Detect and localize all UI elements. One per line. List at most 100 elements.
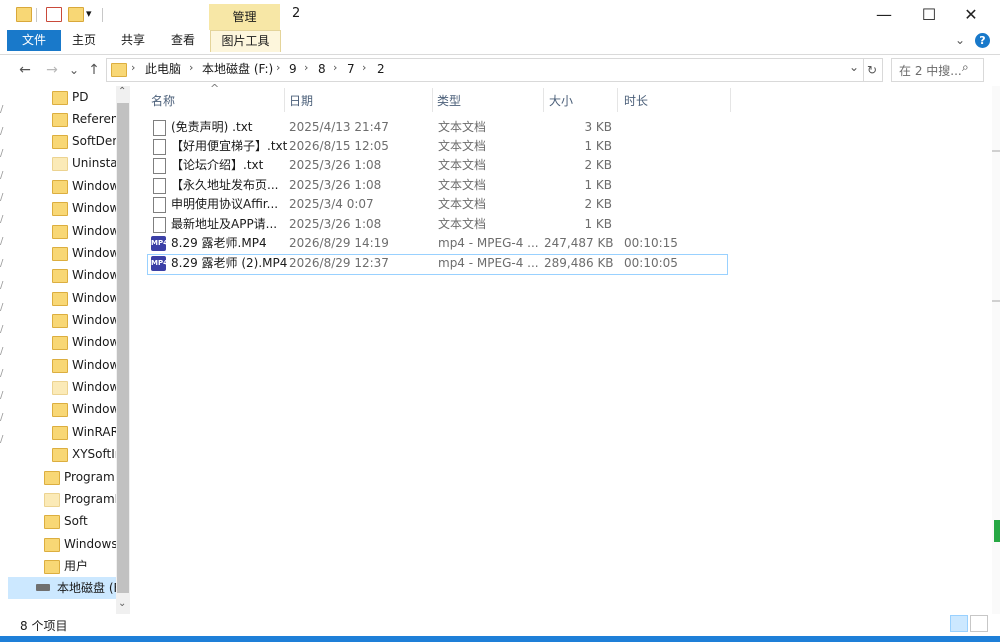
new-folder-icon[interactable] <box>68 7 84 22</box>
nav-item[interactable]: Window <box>52 376 116 398</box>
column-divider[interactable] <box>543 88 544 112</box>
text-file-icon <box>153 197 166 213</box>
column-divider[interactable] <box>284 88 285 112</box>
nav-item[interactable]: Window <box>52 331 116 353</box>
folder-icon <box>44 538 60 552</box>
tab-view[interactable]: 查看 <box>164 30 202 51</box>
breadcrumb-folder-8[interactable]: 8 <box>318 61 326 77</box>
nav-item-label: XYSoftIr <box>72 447 116 461</box>
nav-item-label: Program <box>64 470 115 484</box>
nav-item[interactable]: Window <box>52 175 116 197</box>
nav-item-label: Window <box>72 201 116 215</box>
file-date: 2025/3/26 1:08 <box>289 158 382 172</box>
nav-item[interactable]: Window <box>52 242 116 264</box>
file-type: mp4 - MPEG-4 ... <box>438 256 539 270</box>
file-row[interactable]: 【永久地址发布页... 2025/3/26 1:08 文本文档 1 KB <box>148 176 726 195</box>
quick-access-dropdown-icon[interactable]: ▾ <box>86 7 92 20</box>
nav-item[interactable]: Soft <box>44 510 116 532</box>
details-view-button[interactable] <box>950 615 968 632</box>
window-title: 2 <box>292 6 301 21</box>
nav-item[interactable]: PD <box>52 86 116 108</box>
file-date: 2026/8/29 14:19 <box>289 236 389 250</box>
help-icon[interactable]: ? <box>975 33 990 48</box>
tab-picture-tools[interactable]: 图片工具 <box>210 30 281 52</box>
file-row[interactable]: 最新地址及APP请... 2025/3/26 1:08 文本文档 1 KB <box>148 215 726 234</box>
nav-scrollbar-thumb[interactable] <box>117 103 129 593</box>
up-button[interactable]: ↑ <box>84 60 104 80</box>
tab-file[interactable]: 文件 <box>7 30 61 51</box>
nav-item[interactable]: Window <box>52 354 116 376</box>
column-header-size[interactable]: 大小 <box>549 92 573 109</box>
drive-icon <box>36 584 50 591</box>
folder-icon <box>44 515 60 529</box>
column-header-type[interactable]: 类型 <box>437 92 461 109</box>
file-row[interactable]: 【好用便宜梯子】.txt 2026/8/15 12:05 文本文档 1 KB <box>148 137 726 156</box>
nav-item-label: Window <box>72 358 116 372</box>
nav-item[interactable]: 用户 <box>44 555 116 577</box>
nav-item[interactable]: Windows <box>44 533 116 555</box>
item-count: 8 个项目 <box>20 619 68 633</box>
search-icon[interactable]: ⌕ <box>962 60 969 75</box>
nav-item[interactable]: WinRAR <box>52 421 116 443</box>
nav-item-label: Window <box>72 224 116 238</box>
ribbon-collapse-icon[interactable]: ⌄ <box>955 33 965 47</box>
file-row[interactable]: MP4 8.29 露老师.MP4 2026/8/29 14:19 mp4 - M… <box>148 234 726 253</box>
column-divider[interactable] <box>617 88 618 112</box>
refresh-button[interactable]: ↻ <box>862 58 883 82</box>
nav-item[interactable]: Window <box>52 287 116 309</box>
column-header-duration[interactable]: 时长 <box>624 92 648 109</box>
folder-icon <box>52 247 68 261</box>
breadcrumb-folder-7[interactable]: 7 <box>347 61 355 77</box>
file-row[interactable]: 【论坛介绍】.txt 2025/3/26 1:08 文本文档 2 KB <box>148 156 726 175</box>
nav-item[interactable]: Referen <box>52 108 116 130</box>
large-icons-view-button[interactable] <box>970 615 988 632</box>
column-divider[interactable] <box>432 88 433 112</box>
file-name: (免责声明) .txt <box>171 120 253 134</box>
properties-icon[interactable] <box>46 7 62 22</box>
column-header-name[interactable]: 名称 <box>151 92 175 109</box>
tab-home[interactable]: 主页 <box>66 30 102 51</box>
file-row[interactable]: 申明使用协议Affir... 2025/3/4 0:07 文本文档 2 KB <box>148 195 726 214</box>
nav-item-label: WinRAR <box>72 425 116 439</box>
nav-item[interactable]: XYSoftIr <box>52 443 116 465</box>
forward-button[interactable]: → <box>42 60 62 80</box>
nav-item[interactable]: Window <box>52 264 116 286</box>
back-button[interactable]: ← <box>15 60 35 80</box>
address-dropdown-icon[interactable]: ⌄ <box>849 60 859 74</box>
folder-icon <box>52 359 68 373</box>
nav-item[interactable]: Window <box>52 220 116 242</box>
breadcrumb-drive[interactable]: 本地磁盘 (F:) <box>202 61 273 77</box>
folder-icon <box>52 202 68 216</box>
file-size: 1 KB <box>584 178 612 192</box>
column-divider[interactable] <box>730 88 731 112</box>
recent-locations-button[interactable]: ⌄ <box>64 60 84 80</box>
nav-item[interactable]: Window <box>52 197 116 219</box>
nav-item[interactable]: Uninstal <box>52 152 116 174</box>
scroll-up-icon[interactable]: ⌃ <box>118 86 126 97</box>
folder-icon <box>52 292 68 306</box>
close-button[interactable]: ✕ <box>948 0 994 30</box>
nav-item[interactable]: Window <box>52 309 116 331</box>
text-file-icon <box>153 158 166 174</box>
file-type: 文本文档 <box>438 139 487 153</box>
file-row-selected[interactable]: MP4 8.29 露老师 (2).MP4 2026/8/29 12:37 mp4… <box>148 254 726 273</box>
folder-icon <box>52 157 68 171</box>
nav-item[interactable]: ProgramD <box>44 488 116 510</box>
nav-item[interactable]: SoftDen <box>52 130 116 152</box>
nav-item-label: Window <box>72 268 116 282</box>
folder-icon <box>52 336 68 350</box>
minimize-button[interactable]: — <box>861 0 907 30</box>
breadcrumb-folder-9[interactable]: 9 <box>289 61 297 77</box>
maximize-button[interactable]: ☐ <box>906 0 952 30</box>
breadcrumb-this-pc[interactable]: 此电脑 <box>145 61 181 77</box>
scroll-down-icon[interactable]: ⌄ <box>118 598 126 609</box>
tab-share[interactable]: 共享 <box>114 30 152 51</box>
file-row[interactable]: (免责声明) .txt 2025/4/13 21:47 文本文档 3 KB <box>148 118 726 137</box>
nav-item[interactable]: Window <box>52 398 116 420</box>
manage-tab[interactable]: 管理 <box>209 4 280 30</box>
folder-icon <box>52 91 68 105</box>
divider <box>102 8 103 22</box>
nav-item[interactable]: Program <box>44 466 116 488</box>
breadcrumb-folder-2[interactable]: 2 <box>377 61 385 77</box>
column-header-date[interactable]: 日期 <box>289 92 313 109</box>
